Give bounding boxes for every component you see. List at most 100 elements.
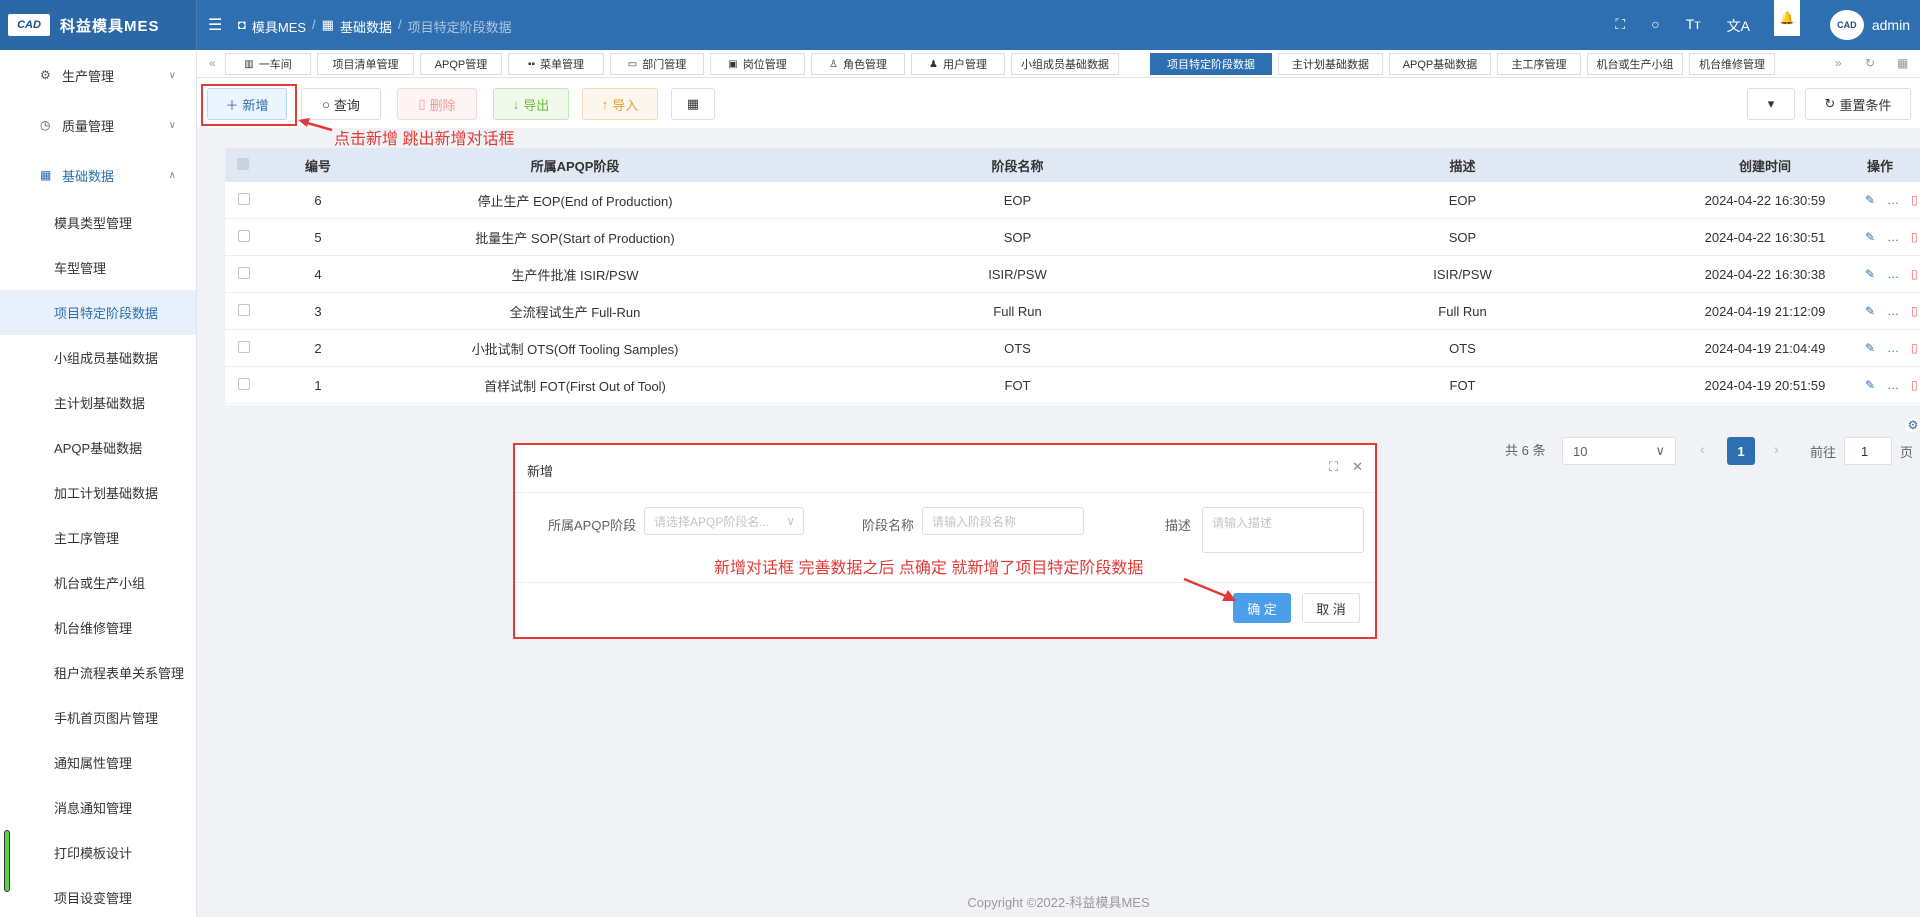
search-icon[interactable]: ○ [1651, 16, 1659, 36]
delete-button[interactable]: ▯ 删除 [397, 88, 477, 120]
row-select[interactable] [237, 340, 251, 356]
select-all-checkbox[interactable] [237, 157, 249, 173]
table-row[interactable]: 1 首样试制 FOT(First Out of Tool) FOT FOT 2024-0… [225, 367, 1920, 404]
goto-input[interactable]: 1 [1844, 437, 1892, 465]
stage-name-input[interactable]: 请输入阶段名称 [922, 507, 1084, 535]
sidebar-item[interactable]: 机台维修管理 [0, 605, 196, 650]
table-row[interactable]: 2 小批试制 OTS(Off Tooling Samples) OTS OTS 2024… [225, 330, 1920, 367]
trash-icon[interactable]: ▯ [1911, 378, 1918, 392]
tab-master-plan[interactable]: 主计划基础数据 [1278, 53, 1383, 75]
sidebar-item[interactable]: APQP基础数据 [0, 425, 196, 470]
table-row[interactable]: 5 批量生产 SOP(Start of Production) SOP SOP 2024… [225, 219, 1920, 256]
row-select[interactable] [237, 192, 251, 208]
sidebar-item[interactable]: 模具类型管理 [0, 200, 196, 245]
reset-button[interactable]: ↻ 重置条件 [1805, 88, 1911, 120]
row-select[interactable] [237, 229, 251, 245]
page-size-select[interactable]: 10 ∨ [1562, 437, 1676, 465]
confirm-button[interactable]: 确 定 [1233, 593, 1291, 623]
tab-dept[interactable]: ▭ 部门管理 [610, 53, 704, 75]
brand[interactable]: CAD 科益模具MES [0, 0, 197, 50]
search-toggle-button[interactable]: ▾ [1747, 88, 1795, 120]
row-checkbox[interactable] [238, 192, 250, 205]
more-icon[interactable]: … [1887, 267, 1899, 281]
checkbox[interactable] [237, 157, 249, 170]
tab-team-member[interactable]: 小组成员基础数据 [1011, 53, 1119, 75]
sidebar-item[interactable]: 项目设变管理 [0, 875, 196, 917]
sidebar-item[interactable]: 通知属性管理 [0, 740, 196, 785]
tab-main-process[interactable]: 主工序管理 [1497, 53, 1581, 75]
more-icon[interactable]: … [1887, 378, 1899, 392]
close-icon[interactable]: ✕ [1352, 459, 1363, 475]
sidebar-item[interactable]: 主计划基础数据 [0, 380, 196, 425]
row-select[interactable] [237, 377, 251, 393]
more-icon[interactable]: … [1887, 341, 1899, 355]
next-page-icon[interactable]: › [1774, 441, 1779, 457]
row-checkbox[interactable] [238, 340, 250, 353]
page-number[interactable]: 1 [1727, 437, 1755, 465]
bell-icon[interactable]: 🔔 [1774, 0, 1800, 36]
tab-role[interactable]: ♙ 角色管理 [811, 53, 905, 75]
sidebar-group-quality[interactable]: ◷ 质量管理 ∨ [0, 100, 196, 150]
column-header[interactable]: 编号 [285, 156, 351, 175]
more-icon[interactable]: … [1887, 230, 1899, 244]
row-checkbox[interactable] [238, 266, 250, 279]
column-header[interactable]: 创建时间 [1685, 156, 1845, 175]
settings-icon[interactable]: ⚙ [1906, 418, 1920, 432]
sidebar-item[interactable]: 小组成员基础数据 [0, 335, 196, 380]
trash-icon[interactable]: ▯ [1911, 304, 1918, 318]
sidebar-item[interactable]: 租户流程表单关系管理 [0, 650, 196, 695]
row-select[interactable] [237, 266, 251, 282]
row-checkbox[interactable] [238, 229, 250, 242]
more-icon[interactable]: … [1887, 304, 1899, 318]
sidebar-group-basedata[interactable]: ▦ 基础数据 ∧ [0, 150, 196, 200]
trash-icon[interactable]: ▯ [1911, 341, 1918, 355]
user-menu[interactable]: CAD admin [1829, 10, 1910, 40]
query-button[interactable]: ○ 查询 [301, 88, 381, 120]
description-textarea[interactable]: 请输入描述 [1202, 507, 1364, 553]
tab-workshop[interactable]: ▥ 一车间 [225, 53, 311, 75]
export-button[interactable]: ↓ 导出 [493, 88, 569, 120]
sidebar-scrollbar[interactable] [4, 830, 10, 892]
column-header[interactable]: 描述 [1240, 156, 1685, 175]
columns-button[interactable]: ▦ [671, 88, 715, 120]
row-checkbox[interactable] [238, 377, 250, 390]
translate-icon[interactable]: 文A [1727, 16, 1750, 36]
trash-icon[interactable]: ▯ [1911, 230, 1918, 244]
tab-machine-repair[interactable]: 机台维修管理 [1689, 53, 1775, 75]
sidebar-item[interactable]: 主工序管理 [0, 515, 196, 560]
table-row[interactable]: 4 生产件批准 ISIR/PSW ISIR/PSW ISIR/PSW 2024-04-2… [225, 256, 1920, 293]
tabs-scroll-left-icon[interactable]: « [209, 56, 216, 70]
menu-toggle-icon[interactable]: ☰ [208, 15, 222, 35]
more-icon[interactable]: … [1887, 193, 1899, 207]
edit-icon[interactable]: ✎ [1865, 341, 1875, 355]
sidebar-group-production[interactable]: ⚙ 生产管理 ∨ [0, 50, 196, 100]
column-header[interactable]: 阶段名称 [795, 156, 1240, 175]
sidebar-item[interactable]: 机台或生产小组 [0, 560, 196, 605]
sidebar-item[interactable]: 消息通知管理 [0, 785, 196, 830]
trash-icon[interactable]: ▯ [1911, 267, 1918, 281]
prev-page-icon[interactable]: ‹ [1700, 441, 1705, 457]
fullscreen-icon[interactable]: ⛶ [1615, 16, 1625, 36]
breadcrumb-item[interactable]: 基础数据 [340, 17, 392, 36]
tab-post[interactable]: ▣ 岗位管理 [710, 53, 805, 75]
edit-icon[interactable]: ✎ [1865, 193, 1875, 207]
edit-icon[interactable]: ✎ [1865, 267, 1875, 281]
refresh-icon[interactable]: ↻ [1865, 56, 1875, 70]
tabs-scroll-right-icon[interactable]: » [1835, 56, 1842, 70]
import-button[interactable]: ↑ 导入 [582, 88, 658, 120]
tab-project-stage[interactable]: 项目特定阶段数据 [1150, 53, 1272, 75]
apqp-stage-select[interactable]: 请选择APQP阶段名... ∨ [644, 507, 804, 535]
tab-project-list[interactable]: 项目清单管理 [317, 53, 414, 75]
maximize-icon[interactable]: ⛶ [1329, 459, 1338, 475]
sidebar-item-active[interactable]: 项目特定阶段数据 [0, 290, 196, 335]
trash-icon[interactable]: ▯ [1911, 193, 1918, 207]
table-row[interactable]: 3 全流程试生产 Full-Run Full Run Full Run 2024-04-… [225, 293, 1920, 330]
edit-icon[interactable]: ✎ [1865, 378, 1875, 392]
tab-apqp-base[interactable]: APQP基础数据 [1389, 53, 1491, 75]
sidebar-item[interactable]: 打印模板设计 [0, 830, 196, 875]
font-size-icon[interactable]: Tт [1686, 16, 1701, 36]
sidebar-item[interactable]: 手机首页图片管理 [0, 695, 196, 740]
tabs-grid-icon[interactable]: ▦ [1897, 56, 1908, 70]
cancel-button[interactable]: 取 消 [1302, 593, 1360, 623]
tab-menu[interactable]: ▪▪ 菜单管理 [508, 53, 604, 75]
